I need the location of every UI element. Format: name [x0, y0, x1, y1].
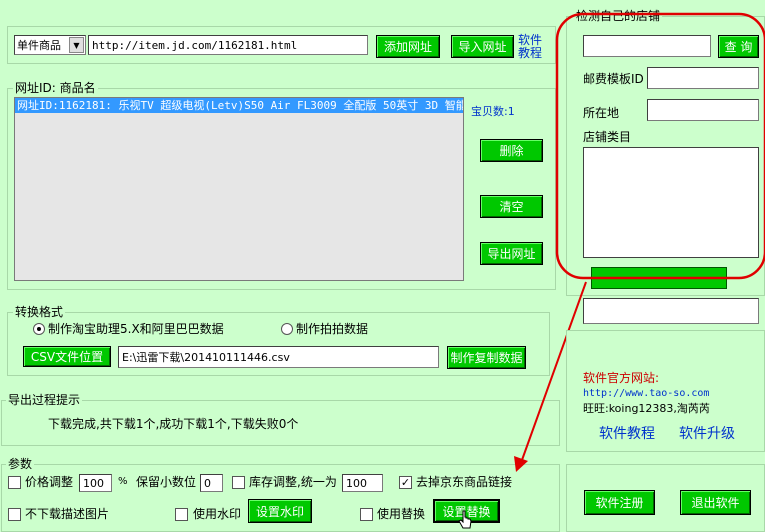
shop-progress-bar: [591, 267, 727, 289]
clear-label: 清空: [499, 200, 524, 214]
software-register-label: 软件注册: [595, 496, 644, 510]
official-site-url[interactable]: http://www.tao-so.com: [583, 387, 709, 401]
params-legend: 参数: [6, 457, 35, 471]
shop-result-input[interactable]: [583, 298, 759, 324]
decimal-value: 0: [204, 476, 211, 490]
no-desc-img-label: 不下载描述图片: [25, 507, 110, 521]
export-url-button[interactable]: 导出网址: [480, 242, 543, 265]
stock-adjust-label: 库存调整,统一为: [249, 475, 337, 489]
mouse-cursor-icon: [458, 510, 472, 529]
add-url-label: 添加网址: [383, 40, 432, 54]
use-replace-checkbox[interactable]: [360, 508, 373, 521]
decimal-label: 保留小数位: [136, 475, 197, 489]
paipai-radio-label: 制作拍拍数据: [296, 322, 369, 336]
exit-software-label: 退出软件: [691, 496, 740, 510]
use-replace-label: 使用替换: [377, 507, 426, 521]
query-button[interactable]: 查 询: [718, 35, 759, 58]
add-url-button[interactable]: 添加网址: [376, 35, 440, 58]
shop-category-label: 店铺类目: [583, 130, 632, 144]
use-watermark-checkbox[interactable]: [175, 508, 188, 521]
wangwang-contact: 旺旺:koing12383,淘芮芮: [583, 402, 710, 415]
csv-path-input[interactable]: E:\迅雷下载\201410111446.csv: [118, 346, 439, 368]
product-type-select[interactable]: 单件商品 ▼: [14, 35, 86, 55]
clear-button[interactable]: 清空: [480, 195, 543, 218]
url-input-value: http://item.jd.com/1162181.html: [92, 38, 298, 52]
location-input[interactable]: [647, 99, 759, 121]
percent-label: %: [118, 476, 128, 487]
query-label: 查 询: [724, 40, 753, 54]
stock-value: 100: [346, 476, 367, 490]
product-type-value: 单件商品: [17, 39, 61, 52]
csv-location-button[interactable]: CSV文件位置: [23, 346, 111, 367]
software-tutorial-bottom-link[interactable]: 软件教程: [599, 426, 655, 442]
shop-category-textarea[interactable]: [583, 147, 759, 258]
paipai-radio[interactable]: [281, 323, 293, 335]
location-label: 所在地: [583, 106, 620, 120]
chevron-down-icon: ▼: [69, 37, 84, 53]
use-watermark-label: 使用水印: [193, 507, 242, 521]
item-count: 宝贝数:1: [471, 105, 515, 118]
shop-name-input[interactable]: [583, 35, 711, 57]
exit-software-button[interactable]: 退出软件: [680, 490, 751, 515]
delete-label: 删除: [499, 144, 524, 158]
export-url-label: 导出网址: [487, 247, 536, 261]
csv-location-label: CSV文件位置: [30, 350, 104, 364]
set-watermark-label: 设置水印: [255, 504, 304, 519]
software-upgrade-link[interactable]: 软件升级: [679, 426, 735, 442]
url-listbox[interactable]: 网址ID:1162181: 乐视TV 超级电视(Letv)S50 Air FL3…: [14, 97, 464, 281]
csv-path-value: E:\迅雷下载\201410111446.csv: [122, 351, 290, 364]
list-item-text: 网址ID:1162181: 乐视TV 超级电视(Letv)S50 Air FL3…: [17, 99, 464, 112]
software-tutorial-link[interactable]: 软件 教程: [518, 34, 548, 60]
stock-input[interactable]: 100: [342, 474, 383, 492]
import-url-label: 导入网址: [458, 40, 507, 54]
tutorial-line2: 教程: [518, 46, 543, 60]
software-register-button[interactable]: 软件注册: [584, 490, 655, 515]
price-value: 100: [83, 476, 104, 490]
shipping-template-label: 邮费模板ID: [583, 72, 644, 86]
delete-button[interactable]: 删除: [480, 139, 543, 162]
price-input[interactable]: 100: [79, 474, 112, 492]
progress-legend: 导出过程提示: [6, 393, 83, 407]
convert-legend: 转换格式: [13, 305, 66, 319]
progress-message: 下载完成,共下载1个,成功下载1个,下载失败0个: [48, 417, 299, 431]
price-adjust-checkbox[interactable]: [8, 476, 21, 489]
url-list-legend: 网址ID: 商品名: [13, 81, 98, 95]
import-url-button[interactable]: 导入网址: [451, 35, 514, 58]
taobao-radio-label: 制作淘宝助理5.X和阿里巴巴数据: [48, 322, 224, 336]
taobao-radio[interactable]: [33, 323, 45, 335]
decimal-input[interactable]: 0: [200, 474, 223, 492]
shop-check-legend: 检测自己的店铺: [574, 9, 663, 23]
price-adjust-label: 价格调整: [25, 475, 74, 489]
make-copy-data-button[interactable]: 制作复制数据: [447, 346, 526, 369]
set-watermark-button[interactable]: 设置水印: [248, 499, 312, 523]
official-site-label: 软件官方网站:: [583, 371, 660, 385]
make-copy-data-label: 制作复制数据: [450, 351, 523, 365]
list-item[interactable]: 网址ID:1162181: 乐视TV 超级电视(Letv)S50 Air FL3…: [15, 98, 463, 113]
url-input[interactable]: http://item.jd.com/1162181.html: [88, 35, 368, 55]
shipping-template-input[interactable]: [647, 67, 759, 89]
stock-adjust-checkbox[interactable]: [232, 476, 245, 489]
remove-jd-link-label: 去掉京东商品链接: [416, 475, 513, 489]
no-desc-img-checkbox[interactable]: [8, 508, 21, 521]
remove-jd-link-checkbox[interactable]: ✓: [399, 476, 412, 489]
